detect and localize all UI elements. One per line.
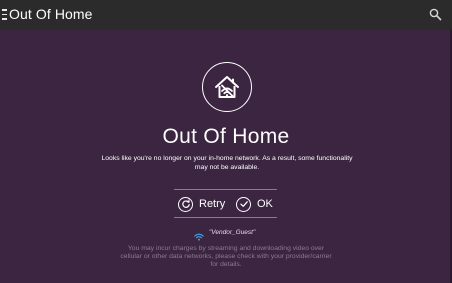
status-message: Looks like you're no longer on your in-h… [101, 155, 353, 171]
divider-bottom [174, 217, 277, 218]
data-charges-disclaimer: You may incur charges by streaming and d… [120, 245, 332, 268]
retry-button-label: Retry [199, 198, 226, 210]
page-title: Out Of Home [162, 125, 290, 148]
ok-button-label: OK [257, 198, 273, 210]
top-app-bar: Out Of Home [0, 0, 452, 30]
hamburger-menu-icon[interactable] [2, 9, 7, 20]
divider-top [174, 189, 277, 190]
current-network: "Vendor_Guest" [194, 227, 256, 241]
checkmark-icon [236, 196, 251, 212]
network-name: "Vendor_Guest" [209, 228, 256, 236]
refresh-icon [178, 196, 193, 212]
search-icon[interactable] [429, 8, 442, 21]
retry-button[interactable]: Retry [178, 195, 225, 213]
ok-button[interactable]: OK [236, 195, 273, 213]
home-no-wifi-icon [202, 62, 252, 112]
app-bar-title: Out Of Home [9, 6, 93, 22]
wifi-icon [194, 228, 204, 241]
